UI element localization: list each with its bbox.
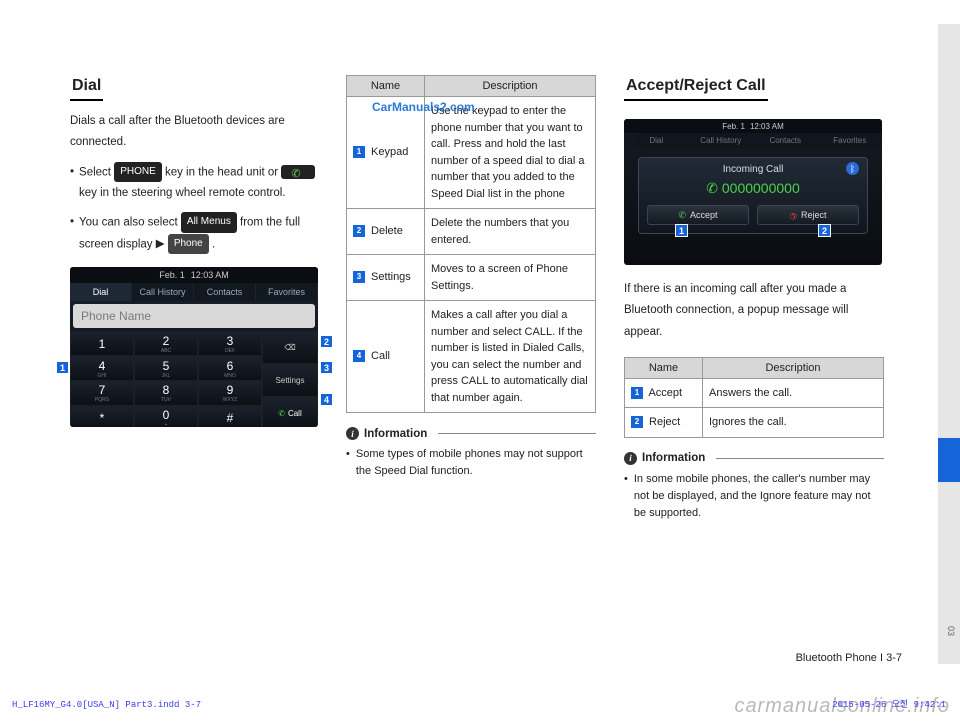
keypad-key[interactable]: #	[198, 406, 262, 428]
info-label: Information	[642, 452, 705, 464]
th-name: Name	[625, 357, 703, 378]
dial-bullet-2: • You can also select All Menus from the…	[70, 212, 318, 255]
status-date: Feb. 1	[722, 122, 745, 131]
keypad-key[interactable]: 0+	[134, 406, 198, 428]
bluetooth-icon: ᛒ	[846, 162, 859, 175]
tab: Favorites	[818, 133, 883, 148]
column-dial-table: Name Description 1 KeypadUse the keypad …	[346, 75, 596, 522]
settings-button[interactable]: Settings	[262, 364, 318, 397]
status-time: 12:03 AM	[750, 122, 784, 131]
bullet-icon: •	[70, 212, 74, 255]
callout-3: 3	[320, 361, 333, 374]
accept-reject-screenshot: Feb. 1 12:03 AM Dial Call History Contac…	[624, 119, 882, 265]
all-menus-button: All Menus	[181, 212, 237, 233]
side-grey-bar	[938, 24, 960, 664]
phone-name-field: Phone Name	[73, 304, 315, 328]
phone-key-button: PHONE	[114, 162, 162, 183]
callout-1: 1	[675, 224, 688, 237]
steering-phone-icon	[281, 165, 315, 179]
dial-heading: Dial	[70, 75, 103, 101]
indd-footer-left: H_LF16MY_G4.0[USA_N] Part3.indd 3-7	[12, 700, 201, 710]
keypad-key[interactable]: 5JKL	[134, 356, 198, 381]
th-desc: Description	[425, 76, 596, 97]
keypad[interactable]: 12ABC3DEF 4GHI5JKL6MNO 7PQRS8TUV9WXYZ *0+#	[70, 331, 262, 427]
text: You can also select	[79, 217, 181, 229]
tab: Contacts	[753, 133, 818, 148]
info-icon: i	[624, 452, 637, 465]
dial-description-table: Name Description 1 KeypadUse the keypad …	[346, 75, 596, 413]
text: Select	[79, 166, 114, 178]
keypad-key[interactable]: 1	[70, 331, 134, 356]
info-label: Information	[364, 428, 427, 440]
text: .	[212, 238, 215, 250]
accept-intro: If there is an incoming call after you m…	[624, 279, 884, 343]
phone-menu-button: Phone	[168, 234, 209, 255]
side-chapter-number: 03	[946, 626, 956, 636]
callout-2: 2	[320, 335, 333, 348]
info-bullet: • In some mobile phones, the caller's nu…	[624, 471, 884, 522]
table-row: 4 CallMakes a call after you dial a numb…	[347, 301, 596, 413]
popup-number: 0000000000	[647, 180, 859, 197]
side-blue-bar	[938, 438, 960, 482]
info-bullet: • Some types of mobile phones may not su…	[346, 446, 596, 480]
screen-tabs: Dial Call History Contacts Favorites	[624, 133, 882, 148]
info-heading: i Information	[624, 452, 884, 465]
info-icon: i	[346, 427, 359, 440]
popup-title: Incoming Call	[647, 164, 859, 175]
keypad-key[interactable]: *	[70, 406, 134, 428]
status-time: 12:03 AM	[191, 270, 229, 280]
keypad-key[interactable]: 9WXYZ	[198, 381, 262, 406]
text: key in the head unit or	[165, 166, 281, 178]
screen-tabs: Dial Call History Contacts Favorites	[70, 283, 318, 301]
dial-intro: Dials a call after the Bluetooth devices…	[70, 111, 318, 154]
info-text: Some types of mobile phones may not supp…	[356, 446, 596, 480]
column-accept-reject: Accept/Reject Call Feb. 1 12:03 AM Dial …	[624, 75, 884, 522]
reject-button[interactable]: Reject	[757, 205, 859, 225]
dial-bullet-1: • Select PHONE key in the head unit or k…	[70, 162, 318, 205]
keypad-key[interactable]: 4GHI	[70, 356, 134, 381]
tab-call-history[interactable]: Call History	[132, 283, 194, 301]
indd-footer-right: 2015-05-26 오전 9:42:1	[832, 697, 946, 710]
text: key in the steering wheel remote control…	[79, 187, 285, 199]
table-row: 2 RejectIgnores the call.	[625, 408, 884, 438]
triangle-icon: ▶	[156, 234, 165, 255]
info-text: In some mobile phones, the caller's numb…	[634, 471, 884, 522]
keypad-key[interactable]: 7PQRS	[70, 381, 134, 406]
info-heading: i Information	[346, 427, 596, 440]
page-footer: Bluetooth Phone I 3-7	[796, 652, 902, 664]
keypad-key[interactable]: 2ABC	[134, 331, 198, 356]
bullet-icon: •	[346, 446, 350, 480]
table-row: 3 SettingsMoves to a screen of Phone Set…	[347, 255, 596, 301]
watermark-top: CarManuals2.com	[372, 100, 475, 114]
page-content: Dial Dials a call after the Bluetooth de…	[0, 0, 960, 522]
accept-reject-heading: Accept/Reject Call	[624, 75, 768, 101]
call-button[interactable]: Call	[262, 397, 318, 427]
bullet-icon: •	[624, 471, 628, 522]
column-dial: Dial Dials a call after the Bluetooth de…	[70, 75, 318, 522]
bullet-icon: •	[70, 162, 74, 205]
tab-contacts[interactable]: Contacts	[194, 283, 256, 301]
incoming-call-popup: ᛒ Incoming Call 0000000000 Accept Reject…	[638, 157, 868, 234]
th-name: Name	[347, 76, 425, 97]
table-row: 2 DeleteDelete the numbers that you ente…	[347, 209, 596, 255]
status-date: Feb. 1	[159, 270, 185, 280]
callout-4: 4	[320, 393, 333, 406]
tab-favorites[interactable]: Favorites	[256, 283, 318, 301]
callout-2: 2	[818, 224, 831, 237]
accept-reject-table: Name Description 1 AcceptAnswers the cal…	[624, 357, 884, 438]
callout-1: 1	[56, 361, 69, 374]
delete-button[interactable]: ⌫	[262, 331, 318, 364]
dial-screenshot: Feb. 1 12:03 AM Dial Call History Contac…	[70, 267, 318, 427]
keypad-key[interactable]: 3DEF	[198, 331, 262, 356]
keypad-key[interactable]: 8TUV	[134, 381, 198, 406]
status-bar: Feb. 1 12:03 AM	[624, 119, 882, 133]
status-bar: Feb. 1 12:03 AM	[70, 267, 318, 283]
table-row: 1 AcceptAnswers the call.	[625, 378, 884, 408]
th-desc: Description	[703, 357, 884, 378]
tab: Dial	[624, 133, 689, 148]
tab: Call History	[689, 133, 754, 148]
tab-dial[interactable]: Dial	[70, 283, 132, 301]
keypad-key[interactable]: 6MNO	[198, 356, 262, 381]
accept-button[interactable]: Accept	[647, 205, 749, 225]
